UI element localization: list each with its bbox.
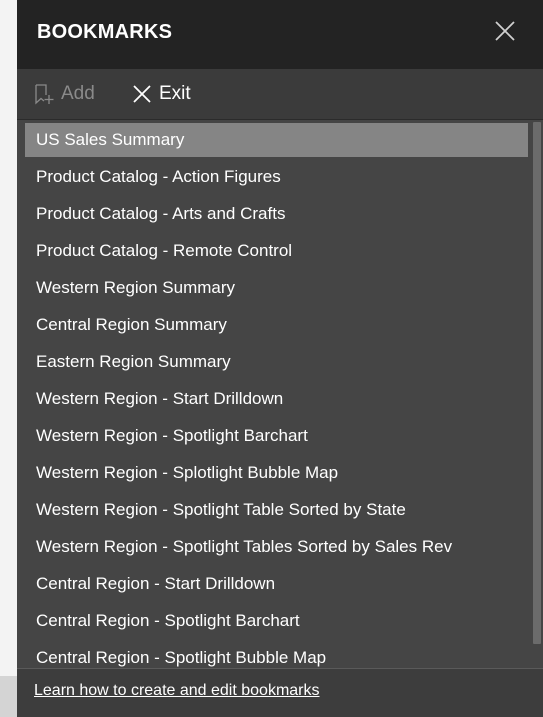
bookmark-item[interactable]: Product Catalog - Action Figures <box>25 160 528 194</box>
bookmark-item[interactable]: US Sales Summary <box>25 123 528 157</box>
bookmark-item[interactable]: Western Region - Splotlight Bubble Map <box>25 456 528 490</box>
bookmarks-pane: BOOKMARKS Add Exit US Sales Summary Prod… <box>17 0 543 717</box>
pane-footer: Learn how to create and edit bookmarks <box>17 668 543 717</box>
add-bookmark-icon <box>35 84 54 105</box>
bookmark-item[interactable]: Central Region - Start Drilldown <box>25 567 528 601</box>
list-scrollbar[interactable] <box>533 122 541 644</box>
bookmark-item[interactable]: Central Region - Spotlight Barchart <box>25 604 528 638</box>
close-pane-button[interactable] <box>494 20 516 42</box>
bookmark-item[interactable]: Western Region Summary <box>25 271 528 305</box>
bookmarks-toolbar: Add Exit <box>17 69 543 120</box>
pane-title: BOOKMARKS <box>37 21 173 43</box>
close-icon <box>133 85 151 103</box>
bookmark-item[interactable]: Product Catalog - Remote Control <box>25 234 528 268</box>
bookmark-list: US Sales Summary Product Catalog - Actio… <box>17 120 543 668</box>
background-canvas <box>0 0 17 717</box>
exit-label: Exit <box>159 83 191 104</box>
learn-bookmarks-link[interactable]: Learn how to create and edit bookmarks <box>34 682 320 700</box>
bookmark-item[interactable]: Western Region - Spotlight Barchart <box>25 419 528 453</box>
add-label: Add <box>61 83 95 104</box>
bookmark-item[interactable]: Central Region Summary <box>25 308 528 342</box>
bookmark-item[interactable]: Product Catalog - Arts and Crafts <box>25 197 528 231</box>
pane-header: BOOKMARKS <box>17 0 543 69</box>
close-icon <box>495 21 515 41</box>
bookmark-item[interactable]: Western Region - Spotlight Table Sorted … <box>25 493 528 527</box>
bookmark-item[interactable]: Eastern Region Summary <box>25 345 528 379</box>
add-bookmark-button[interactable]: Add <box>33 80 95 108</box>
exit-button[interactable]: Exit <box>131 80 191 108</box>
bookmark-item[interactable]: Central Region - Spotlight Bubble Map <box>25 641 528 668</box>
canvas-edge <box>0 676 17 717</box>
bookmark-item[interactable]: Western Region - Start Drilldown <box>25 382 528 416</box>
bookmark-item[interactable]: Western Region - Spotlight Tables Sorted… <box>25 530 528 564</box>
